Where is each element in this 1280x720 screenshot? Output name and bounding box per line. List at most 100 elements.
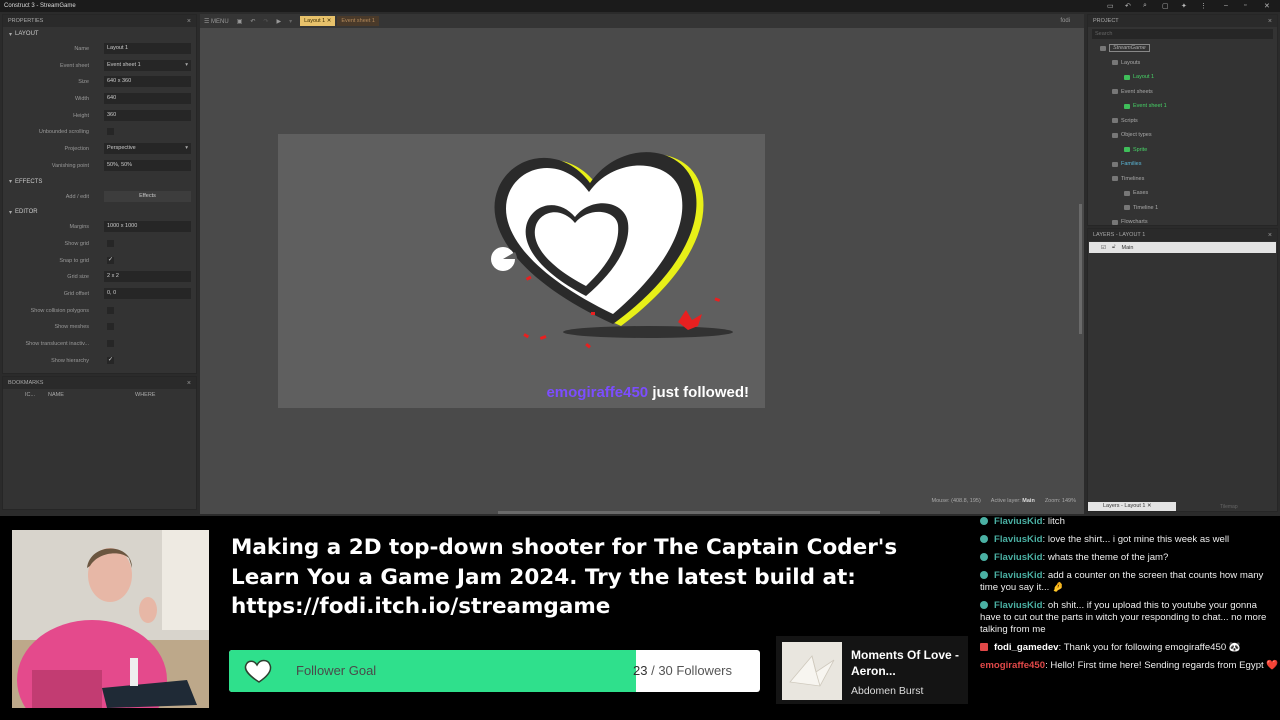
project-tree-item[interactable]: Sprite (1088, 143, 1277, 158)
chat-username[interactable]: fodi_gamedev (994, 642, 1059, 653)
back-icon[interactable]: ↶ (1125, 2, 1131, 10)
property-select[interactable]: Event sheet 1 (104, 59, 191, 71)
chat-username[interactable]: FlaviusKid (994, 600, 1043, 611)
tree-item-label: Event sheets (1121, 88, 1153, 95)
chat-username[interactable]: FlaviusKid (994, 516, 1043, 527)
save-icon[interactable]: ▣ (237, 18, 243, 25)
close-icon[interactable]: × (1268, 18, 1272, 25)
property-checkbox[interactable] (107, 306, 114, 314)
layer-visible-check[interactable]: ☑ (1101, 245, 1106, 251)
more-icon[interactable]: ⋮ (1200, 2, 1207, 10)
layout-viewport[interactable]: ☰ MENU ▣ ↶ ↷ ▶ ▾ Layout 1 ✕ Event sheet … (200, 14, 1084, 514)
project-tree-item[interactable]: Eases (1088, 186, 1277, 201)
property-label: Vanishing point (51, 162, 89, 169)
chat-badge-icon (980, 553, 988, 561)
redo-icon[interactable]: ↷ (263, 18, 268, 25)
property-label: Show grid (64, 240, 89, 247)
property-checkbox[interactable]: ✓ (107, 356, 114, 364)
property-row: Show translucent inactiv... (3, 336, 196, 353)
tab-layers[interactable]: Layers - Layout 1 ✕ (1088, 502, 1176, 511)
project-tree-item[interactable]: Families (1088, 157, 1277, 172)
minimize-icon[interactable]: – (1224, 2, 1228, 9)
property-row: Width 640 (3, 91, 196, 108)
tab-event-sheet-1[interactable]: Event sheet 1 (337, 16, 379, 26)
property-checkbox[interactable] (107, 239, 114, 247)
project-tree-item[interactable]: Layout 1 (1088, 70, 1277, 85)
goal-progress-fill (229, 650, 637, 692)
property-input[interactable]: Layout 1 (104, 43, 191, 54)
chat-username[interactable]: FlaviusKid (994, 552, 1043, 563)
restore-icon[interactable]: ▫ (1244, 2, 1246, 9)
property-select[interactable]: Perspective (104, 143, 191, 155)
properties-title: PROPERTIES (8, 18, 44, 24)
chat-username[interactable]: FlaviusKid (994, 534, 1043, 545)
project-tree-item[interactable]: StreamGame (1088, 41, 1277, 56)
property-input[interactable]: 360 (104, 109, 191, 121)
close-icon[interactable]: × (1268, 232, 1272, 239)
property-input[interactable]: 640 (104, 93, 191, 105)
search-icon[interactable]: ⌕ (1143, 2, 1147, 10)
property-checkbox[interactable] (107, 323, 114, 331)
project-tree-item[interactable]: Object types (1088, 128, 1277, 143)
property-checkbox[interactable] (107, 128, 114, 136)
heart-sprites[interactable] (278, 134, 765, 408)
play-icon[interactable]: ▶ (276, 18, 281, 25)
menu-button[interactable]: ☰ MENU (204, 18, 229, 25)
vertical-scrollbar[interactable] (1079, 204, 1082, 334)
property-input[interactable]: 1000 x 1000 (104, 221, 191, 233)
section-layout[interactable]: LAYOUT (3, 27, 196, 41)
property-label: Size (78, 79, 89, 86)
dropdown-icon[interactable]: ▾ (289, 18, 292, 25)
close-icon[interactable]: × (187, 18, 191, 25)
window-title: Construct 3 - StreamGame (4, 3, 76, 9)
close-icon[interactable]: × (187, 380, 191, 387)
file-icon (1124, 205, 1130, 211)
user-name[interactable]: fodi (1060, 18, 1070, 24)
addon-icon[interactable]: ✦ (1181, 2, 1187, 10)
tab-tilemap[interactable]: Tilemap (1220, 504, 1238, 510)
property-input[interactable]: 2 x 2 (104, 271, 191, 283)
project-tree-item[interactable]: Event sheet 1 (1088, 99, 1277, 114)
lock-icon[interactable]: 🔓︎ (1112, 244, 1116, 251)
project-tree-item[interactable]: Event sheets (1088, 85, 1277, 100)
tab-layout-1[interactable]: Layout 1 ✕ (300, 16, 336, 26)
construct3-editor: Construct 3 - StreamGame ▭ ↶ ⌕ ▢ ✦ ⋮ – ▫… (0, 0, 1280, 516)
follow-alert: emogiraffe450 just followed! (546, 384, 749, 401)
property-input[interactable]: 0, 0 (104, 287, 191, 299)
col-where[interactable]: WHERE (135, 392, 155, 398)
property-row: Vanishing point 50%, 50% (3, 158, 196, 175)
chat-text: love the shirt... i got mine this week a… (1047, 534, 1230, 545)
window-icon-1[interactable]: ▭ (1107, 2, 1114, 10)
chat-text: Hello! First time here! Sending regards … (1050, 660, 1279, 671)
property-input[interactable]: 640 x 360 (104, 76, 191, 88)
album-art (782, 642, 842, 700)
stream-overlay: Making a 2D top-down shooter for The Cap… (0, 516, 1280, 720)
property-label: Show collision polygons (30, 307, 89, 314)
project-tree-item[interactable]: Timeline 1 (1088, 201, 1277, 216)
section-effects[interactable]: EFFECTS (3, 175, 196, 189)
project-search-input[interactable]: Search (1092, 29, 1273, 39)
col-name[interactable]: NAME (48, 392, 64, 398)
close-icon[interactable]: ✕ (1264, 2, 1270, 10)
section-editor[interactable]: EDITOR (3, 205, 196, 219)
col-icon[interactable]: IC... (25, 392, 35, 398)
layout-stage[interactable]: emogiraffe450 just followed! (278, 134, 765, 408)
property-input[interactable]: 50%, 50% (104, 159, 191, 171)
folder-icon (1112, 132, 1118, 138)
layer-row-main[interactable]: ☑ 🔓︎ Main (1089, 242, 1276, 253)
chat-message: FlaviusKid: whats the theme of the jam? (980, 552, 1280, 564)
project-tree-item[interactable]: Timelines (1088, 172, 1277, 187)
horizontal-scrollbar[interactable] (498, 511, 880, 514)
tree-item-label: Layout 1 (1133, 74, 1155, 81)
goal-label: Follower Goal (296, 663, 377, 678)
property-checkbox[interactable] (107, 340, 114, 347)
doc-icon[interactable]: ▢ (1162, 2, 1169, 10)
project-tree-item[interactable]: Layouts (1088, 56, 1277, 71)
undo-icon[interactable]: ↶ (250, 18, 255, 25)
project-tree-item[interactable]: Scripts (1088, 114, 1277, 129)
chat-username[interactable]: emogiraffe450 (980, 660, 1045, 671)
chat-username[interactable]: FlaviusKid (994, 570, 1043, 581)
layers-title: LAYERS - LAYOUT 1 (1093, 232, 1146, 238)
effects-button[interactable]: Effects (104, 190, 191, 202)
property-checkbox[interactable]: ✓ (107, 256, 114, 264)
